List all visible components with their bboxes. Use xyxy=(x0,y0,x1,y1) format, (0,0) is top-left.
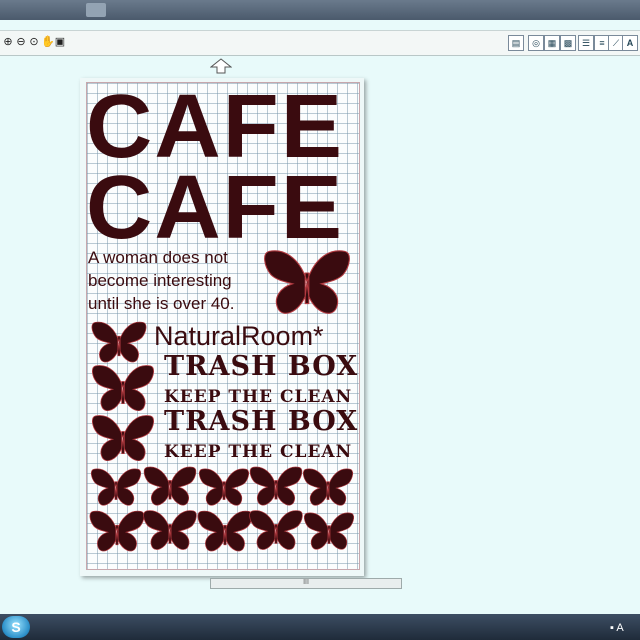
keep-clean-text-2[interactable]: KEEP THE CLEAN xyxy=(164,442,352,462)
butterfly-icon[interactable] xyxy=(302,510,356,552)
butterfly-icon[interactable] xyxy=(196,508,254,554)
zoom-in-icon[interactable]: ⊕ xyxy=(2,36,14,48)
butterfly-icon[interactable] xyxy=(88,508,146,554)
save-icon[interactable]: ▤ xyxy=(508,35,524,51)
butterfly-icon[interactable] xyxy=(142,464,198,508)
trash-box-text-2[interactable]: TRASH BOX xyxy=(164,407,358,437)
align-icon[interactable]: ☰ xyxy=(578,35,594,51)
quote-line-2: become interesting xyxy=(88,271,232,290)
butterfly-icon[interactable] xyxy=(88,466,144,508)
zoom-fit-icon[interactable]: ⊙ xyxy=(28,36,40,48)
butterfly-icon[interactable] xyxy=(248,464,304,508)
butterfly-icon[interactable] xyxy=(88,319,150,365)
zoom-out-icon[interactable]: ⊖ xyxy=(15,36,27,48)
quote-line-1: A woman does not xyxy=(88,248,228,267)
butterfly-large-icon[interactable] xyxy=(258,246,356,318)
butterfly-icon[interactable] xyxy=(248,506,304,554)
butterfly-icon[interactable] xyxy=(88,412,158,464)
page-icon[interactable]: ▣ xyxy=(54,36,66,48)
tray-flag-icon: ▪ xyxy=(610,622,614,634)
tray-text: A xyxy=(616,622,624,634)
scroll-up-arrow-icon[interactable] xyxy=(210,58,232,74)
cafe-text-1[interactable]: CAFE xyxy=(86,82,368,172)
cafe-text-2[interactable]: CAFE xyxy=(86,163,368,253)
grid-icon[interactable]: ▩ xyxy=(560,35,576,51)
quote-text[interactable]: A woman does not become interesting unti… xyxy=(88,246,263,315)
trash-box-text-1[interactable]: TRASH BOX xyxy=(164,352,358,382)
window-icon xyxy=(86,3,106,17)
scrollbar-grip[interactable]: III xyxy=(303,579,309,586)
text-tool-button[interactable]: A xyxy=(622,35,638,51)
butterfly-icon[interactable] xyxy=(196,466,252,508)
window-titlebar xyxy=(0,0,640,20)
taskbar xyxy=(0,614,640,640)
quote-line-3: until she is over 40. xyxy=(88,294,235,313)
system-tray[interactable]: ▪ A xyxy=(610,621,636,635)
butterfly-icon[interactable] xyxy=(88,362,158,414)
butterfly-icon[interactable] xyxy=(142,506,198,554)
natural-room-text[interactable]: NaturalRoom* xyxy=(154,321,324,351)
toolbar: ⊕ ⊖ ⊙ ✋ ▣ ▤ ◎ ▦ ▩ ☰ ≡ ⟋ A xyxy=(0,30,640,56)
start-button[interactable]: S xyxy=(2,616,30,638)
pan-icon[interactable]: ✋ xyxy=(41,36,55,48)
butterfly-icon[interactable] xyxy=(300,466,356,508)
preview-icon[interactable]: ▦ xyxy=(544,35,560,51)
horizontal-scrollbar[interactable]: III xyxy=(210,578,402,589)
mat-icon[interactable]: ◎ xyxy=(528,35,544,51)
keep-clean-text-1[interactable]: KEEP THE CLEAN xyxy=(164,387,352,407)
